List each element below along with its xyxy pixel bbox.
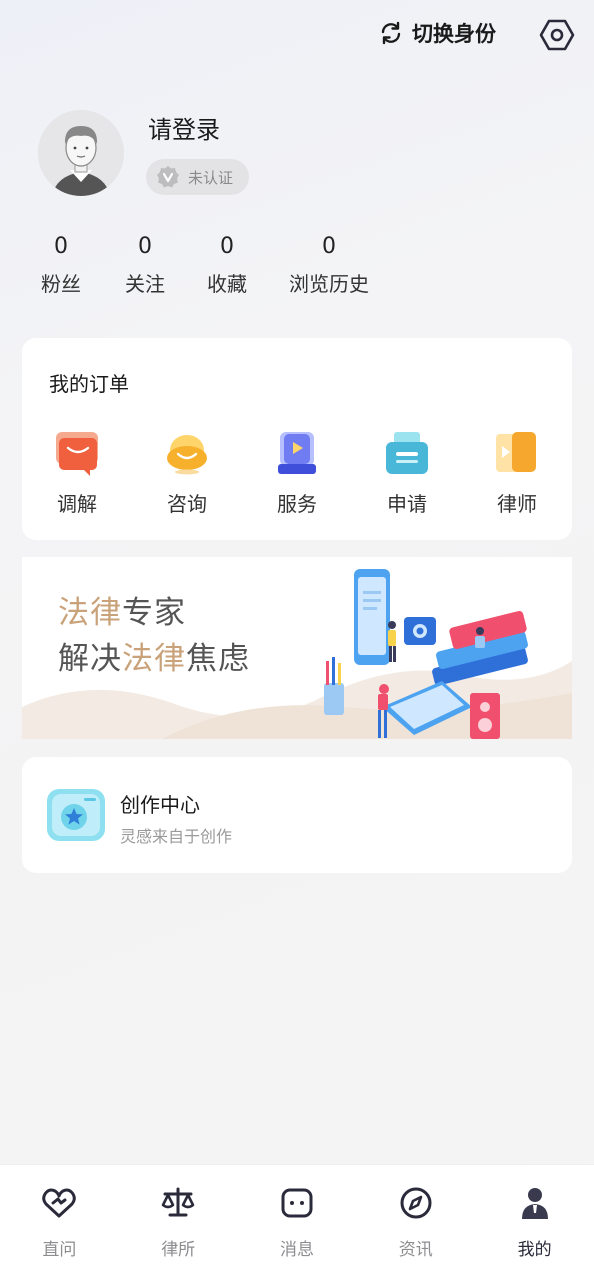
refresh-icon [381,21,401,45]
order-item-label: 服务 [277,492,317,516]
order-items: 调解 咨询 服务 申请 律师 [22,430,572,517]
compass-icon [400,1187,432,1219]
tab-label: 律所 [161,1240,196,1260]
stat-value: 0 [322,234,336,259]
stat-history[interactable]: 0 浏览历史 [268,232,390,297]
tab-label: 我的 [517,1240,552,1260]
tab-mine[interactable]: 我的 [475,1165,594,1280]
order-item-label: 律师 [497,492,537,516]
tab-lawfirm[interactable]: 律所 [119,1165,238,1280]
star-folder-icon [47,789,105,841]
tab-label: 直问 [42,1240,77,1260]
lawyer-icon [496,432,536,472]
hexagon-settings-icon [539,19,575,51]
message-icon [281,1188,313,1218]
user-icon [521,1188,548,1219]
promo-banner[interactable]: 法律专家 解决法律焦虑 [22,557,572,739]
tab-messages[interactable]: 消息 [238,1165,357,1280]
verified-v-icon [157,166,179,188]
stat-fans[interactable]: 0 粉丝 [22,232,100,297]
tab-zhiwen[interactable]: 直问 [0,1165,119,1280]
avatar[interactable] [38,110,124,196]
profile-section: 请登录 未认证 [38,110,594,200]
stat-label: 粉丝 [41,272,81,296]
stats-row: 0 粉丝 0 关注 0 收藏 0 浏览历史 [22,232,390,297]
stat-value: 0 [138,234,152,259]
scales-icon [161,1187,195,1217]
default-avatar-icon [38,110,124,196]
my-orders-card: 我的订单 调解 咨询 服务 申请 律师 [22,338,572,540]
stat-label: 收藏 [207,272,247,296]
switch-identity-label: 切换身份 [412,22,496,46]
order-item-mediation[interactable]: 调解 [22,430,132,517]
creator-center-subtitle: 灵感来自于创作 [120,827,233,846]
bottom-tab-bar: 直问 律所 消息 资讯 我的 [0,1164,594,1280]
order-item-lawyer[interactable]: 律师 [462,430,572,517]
verification-badge[interactable]: 未认证 [146,159,250,195]
stat-value: 0 [220,234,234,259]
banner-headline-1: 法律专家 [58,595,186,631]
tab-news[interactable]: 资讯 [356,1165,475,1280]
order-item-label: 咨询 [167,492,207,516]
order-item-apply[interactable]: 申请 [352,430,462,517]
stat-favorites[interactable]: 0 收藏 [186,232,268,297]
apply-icon [386,432,428,474]
stat-value: 0 [54,234,68,259]
creator-center-title: 创作中心 [120,793,200,817]
order-item-label: 调解 [57,492,97,516]
stat-label: 浏览历史 [289,272,369,296]
order-item-consult[interactable]: 咨询 [132,430,242,517]
banner-headline-2: 解决法律焦虑 [58,641,250,677]
verification-status: 未认证 [188,168,234,187]
stat-label: 关注 [125,272,165,296]
top-bar: 切换身份 [0,14,594,56]
tab-label: 消息 [279,1240,314,1260]
order-item-label: 申请 [387,492,427,516]
orders-title: 我的订单 [49,372,129,396]
stat-following[interactable]: 0 关注 [104,232,186,297]
mediation-icon [56,432,98,476]
switch-identity-button[interactable]: 切换身份 [378,18,496,48]
consult-icon [167,435,207,475]
order-item-service[interactable]: 服务 [242,430,352,517]
creator-center-card[interactable]: 创作中心 灵感来自于创作 [22,757,572,873]
login-prompt[interactable]: 请登录 [148,110,220,145]
heart-chat-icon [42,1188,77,1218]
tab-label: 资讯 [398,1240,433,1260]
service-icon [278,432,316,474]
settings-button[interactable] [538,16,576,54]
